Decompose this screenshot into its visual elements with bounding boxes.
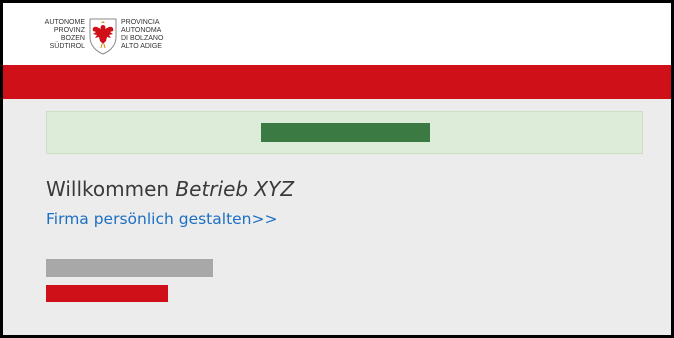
page-frame: AUTONOME PROVINZ BOZEN SÜDTIROL PROVINCI… bbox=[0, 0, 674, 338]
redacted-text-block bbox=[46, 259, 213, 277]
redacted-notice-text bbox=[261, 123, 430, 142]
logo-line: PROVINCIA bbox=[121, 19, 160, 26]
redacted-button[interactable] bbox=[46, 285, 168, 302]
logo-text-german: AUTONOME PROVINZ BOZEN SÜDTIROL bbox=[27, 19, 85, 51]
personalize-company-link[interactable]: Firma persönlich gestalten>> bbox=[46, 209, 277, 229]
logo-line: PROVINZ bbox=[53, 27, 85, 34]
logo-line: AUTONOME bbox=[44, 19, 85, 26]
logo-line: BOZEN bbox=[60, 35, 85, 42]
logo-text-italian: PROVINCIA AUTONOMA DI BOLZANO ALTO ADIGE bbox=[121, 19, 191, 51]
success-notice bbox=[46, 111, 643, 154]
logo-line: SÜDTIROL bbox=[49, 43, 85, 50]
company-name: Betrieb XYZ bbox=[175, 177, 295, 201]
header: AUTONOME PROVINZ BOZEN SÜDTIROL PROVINCI… bbox=[3, 3, 671, 65]
province-logo[interactable]: AUTONOME PROVINZ BOZEN SÜDTIROL PROVINCI… bbox=[27, 18, 191, 61]
logo-line: AUTONOMA bbox=[121, 27, 162, 34]
eagle-coat-of-arms-icon bbox=[89, 18, 117, 55]
logo-line: DI BOLZANO bbox=[121, 35, 164, 42]
navigation-bar bbox=[3, 65, 671, 99]
welcome-prefix: Willkommen bbox=[46, 177, 170, 201]
logo-line: ALTO ADIGE bbox=[121, 43, 162, 50]
welcome-heading: Willkommen Betrieb XYZ bbox=[46, 176, 606, 202]
